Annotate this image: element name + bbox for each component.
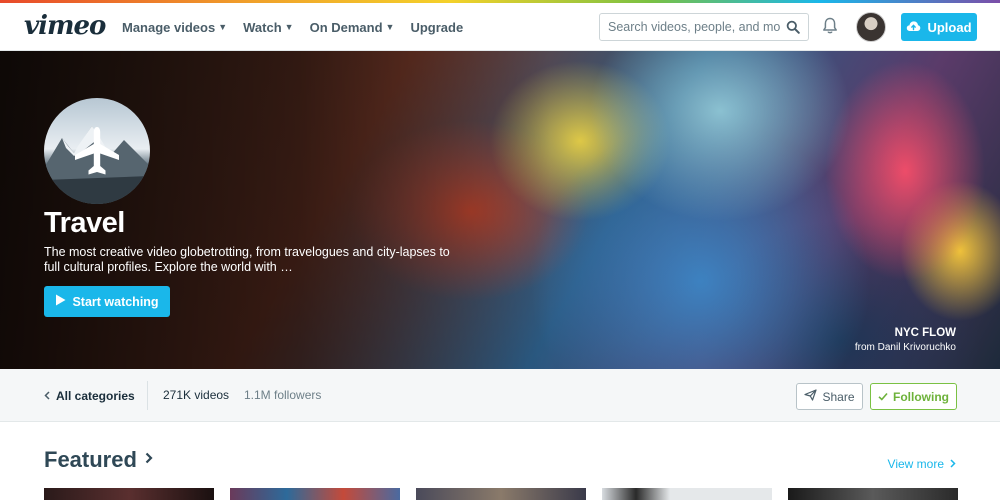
nav-watch-label: Watch [243,19,282,35]
nav-upgrade[interactable]: Upgrade [410,20,463,35]
divider [147,381,148,410]
upload-button-label: Upload [927,19,972,35]
chevron-down-icon: ▼ [218,22,228,32]
start-watching-button[interactable]: Start watching [44,286,170,317]
video-thumbnail[interactable] [44,488,214,500]
nav-on-demand[interactable]: On Demand ▼ [310,20,395,35]
play-icon [55,294,66,309]
paper-plane-icon [804,389,818,404]
nav-watch[interactable]: Watch ▼ [243,20,293,35]
following-button[interactable]: Following [870,383,957,410]
hero-video-title[interactable]: NYC FLOW [895,327,956,339]
chevron-down-icon: ▼ [284,22,294,32]
bell-icon[interactable] [822,17,838,35]
nav-manage-videos-label: Manage videos [122,19,216,35]
all-categories-label: All categories [56,388,135,403]
featured-heading-label: Featured [44,447,137,472]
main-nav: Manage videos ▼ Watch ▼ On Demand ▼ Upgr… [122,3,463,51]
start-watching-label: Start watching [72,294,159,309]
search-input[interactable] [608,20,780,34]
chevron-right-icon [950,457,956,471]
video-thumbnail[interactable] [416,488,586,500]
vimeo-logo[interactable]: vimeo [24,11,106,41]
category-hero-banner: Travel The most creative video globetrot… [0,51,1000,369]
following-button-label: Following [893,389,949,404]
nav-manage-videos[interactable]: Manage videos ▼ [122,20,227,35]
chevron-down-icon: ▼ [385,22,395,32]
hero-video-credit[interactable]: from Danil Krivoruchko [855,342,956,353]
nav-on-demand-label: On Demand [309,19,383,35]
checkmark-icon [878,390,888,404]
category-description: The most creative video globetrotting, f… [44,245,450,274]
follower-count: 1.1M followers [244,388,322,402]
upload-button[interactable]: Upload [901,13,977,41]
top-navigation-bar: vimeo Manage videos ▼ Watch ▼ On Demand … [0,3,1000,51]
category-title: Travel [44,207,125,239]
video-thumbnail[interactable] [788,488,958,500]
avatar[interactable] [856,12,886,42]
view-more-link[interactable]: View more [888,457,956,471]
search-icon[interactable] [786,20,800,34]
video-thumbnail[interactable] [602,488,772,500]
video-thumbnail[interactable] [230,488,400,500]
chevron-left-icon [44,389,50,403]
video-count: 271K videos [163,388,230,402]
category-info-bar: All categories 271K videos 1.1M follower… [0,369,1000,422]
category-badge [44,98,150,204]
all-categories-link[interactable]: All categories [44,369,135,422]
share-button-label: Share [822,389,855,404]
chevron-right-icon [145,451,153,469]
nav-upgrade-label: Upgrade [410,19,464,35]
view-more-label: View more [887,457,944,471]
featured-heading[interactable]: Featured [44,447,153,473]
share-button[interactable]: Share [796,383,863,410]
search-box [599,13,809,41]
airplane-icon [75,127,119,175]
featured-video-row [44,488,958,500]
cloud-upload-icon [906,20,921,35]
